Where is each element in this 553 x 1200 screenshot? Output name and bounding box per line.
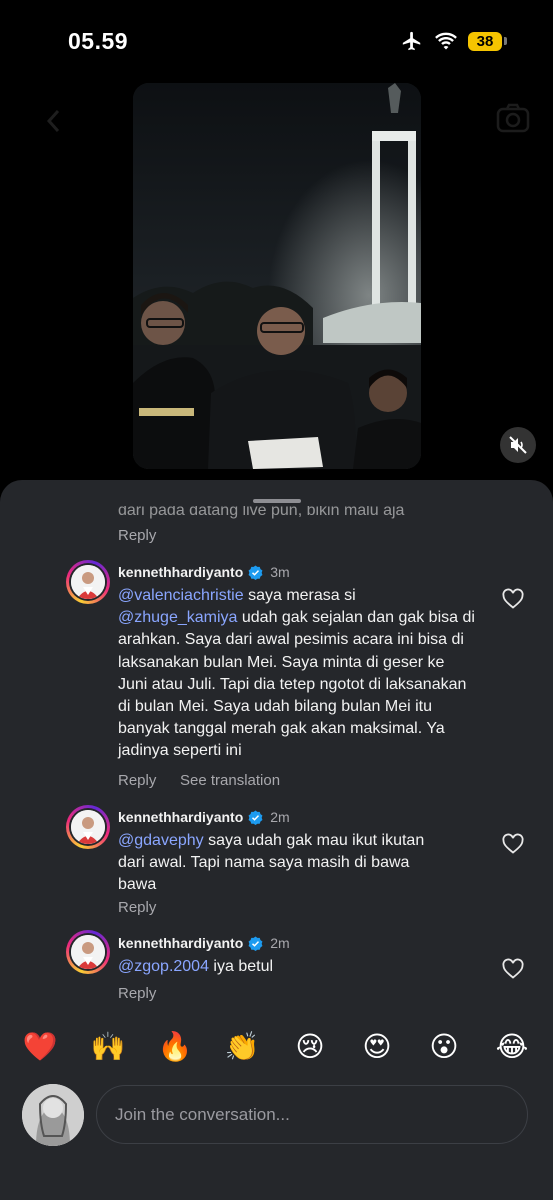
avatar[interactable] — [66, 930, 110, 974]
mention-link[interactable]: @valenciachristie — [118, 587, 244, 604]
mute-button[interactable] — [500, 427, 536, 463]
comment-username[interactable]: kennethhardiyanto — [118, 564, 243, 580]
mention-link[interactable]: @gdavephy — [118, 832, 204, 849]
emoji-clap-button[interactable]: 👏 — [222, 1028, 262, 1066]
previous-comment-text: dari pada datang live pun, bikin malu aj… — [118, 502, 405, 519]
battery-indicator: 38 — [468, 31, 507, 51]
comment-text-part: udah gak sejalan dan gak bisa di arahkan… — [118, 609, 475, 760]
avatar-border — [69, 808, 107, 846]
reply-button[interactable]: Reply — [118, 772, 156, 789]
comment-time: 2m — [270, 935, 290, 951]
comment-input[interactable]: Join the conversation... — [96, 1085, 528, 1144]
comment-text: @gdavephy saya udah gak mau ikut ikutan … — [118, 830, 448, 897]
avatar-border — [69, 563, 107, 601]
status-bar: 05.59 38 — [0, 0, 553, 80]
reply-button[interactable]: Reply — [118, 527, 156, 544]
avatar-image — [71, 935, 105, 969]
avatar[interactable] — [66, 805, 110, 849]
like-heart-icon[interactable] — [501, 957, 525, 981]
comment-text: @valenciachristie saya merasa si @zhuge_… — [118, 585, 478, 763]
avatar-photo — [71, 810, 105, 844]
mention-link[interactable]: @zhuge_kamiya — [118, 609, 237, 626]
video-frame — [133, 83, 421, 469]
verified-badge-icon — [248, 809, 263, 825]
avatar-border — [69, 933, 107, 971]
like-heart-icon[interactable] — [501, 832, 525, 856]
avatar-photo — [71, 935, 105, 969]
comment-header: kennethhardiyanto 2m — [118, 935, 290, 951]
current-user-avatar[interactable] — [22, 1084, 84, 1146]
comment-username[interactable]: kennethhardiyanto — [118, 809, 243, 825]
comment-username[interactable]: kennethhardiyanto — [118, 935, 243, 951]
speaker-muted-icon — [509, 436, 527, 454]
comment-header: kennethhardiyanto 3m — [118, 564, 290, 580]
verified-badge-icon — [248, 564, 263, 580]
camera-icon[interactable] — [495, 100, 531, 136]
emoji-heart-button[interactable]: ❤️ — [20, 1028, 60, 1066]
emoji-raised-hands-button[interactable]: 🙌 — [88, 1028, 128, 1066]
comment-input-placeholder: Join the conversation... — [115, 1104, 290, 1124]
wifi-icon — [435, 32, 457, 50]
comment-header: kennethhardiyanto 2m — [118, 809, 290, 825]
avatar-image — [71, 565, 105, 599]
comment-text-part: saya merasa si — [243, 587, 356, 604]
emoji-fire-button[interactable]: 🔥 — [155, 1028, 195, 1066]
live-video[interactable] — [133, 83, 421, 469]
emoji-heart-eyes-button[interactable]: 😍 — [357, 1028, 397, 1066]
avatar[interactable] — [66, 560, 110, 604]
sheet-handle[interactable] — [253, 499, 301, 503]
avatar-image — [71, 810, 105, 844]
comment-time: 3m — [270, 564, 290, 580]
mention-link[interactable]: @zgop.2004 — [118, 958, 209, 975]
comment-text: @zgop.2004 iya betul — [118, 956, 478, 978]
battery-level: 38 — [468, 31, 502, 51]
current-user-avatar-image — [22, 1084, 84, 1146]
back-icon[interactable] — [44, 108, 64, 134]
verified-badge-icon — [248, 935, 263, 951]
see-translation-button[interactable]: See translation — [180, 772, 280, 789]
status-icons: 38 — [400, 30, 507, 52]
comment-text-part: iya betul — [208, 958, 274, 975]
emoji-crying-button[interactable]: 😢 — [290, 1028, 330, 1066]
battery-cap — [504, 37, 507, 45]
emoji-surprised-button[interactable]: 😮 — [424, 1028, 464, 1066]
comment-time: 2m — [270, 809, 290, 825]
like-heart-icon[interactable] — [501, 587, 525, 611]
emoji-reaction-bar: ❤️ 🙌 🔥 👏 😢 😍 😮 😂 — [0, 1028, 553, 1068]
status-time: 05.59 — [68, 28, 129, 54]
reply-button[interactable]: Reply — [118, 899, 156, 916]
avatar-photo — [71, 565, 105, 599]
airplane-mode-icon — [402, 31, 421, 51]
emoji-laughing-button[interactable]: 😂 — [492, 1028, 532, 1066]
reply-button[interactable]: Reply — [118, 985, 156, 1002]
